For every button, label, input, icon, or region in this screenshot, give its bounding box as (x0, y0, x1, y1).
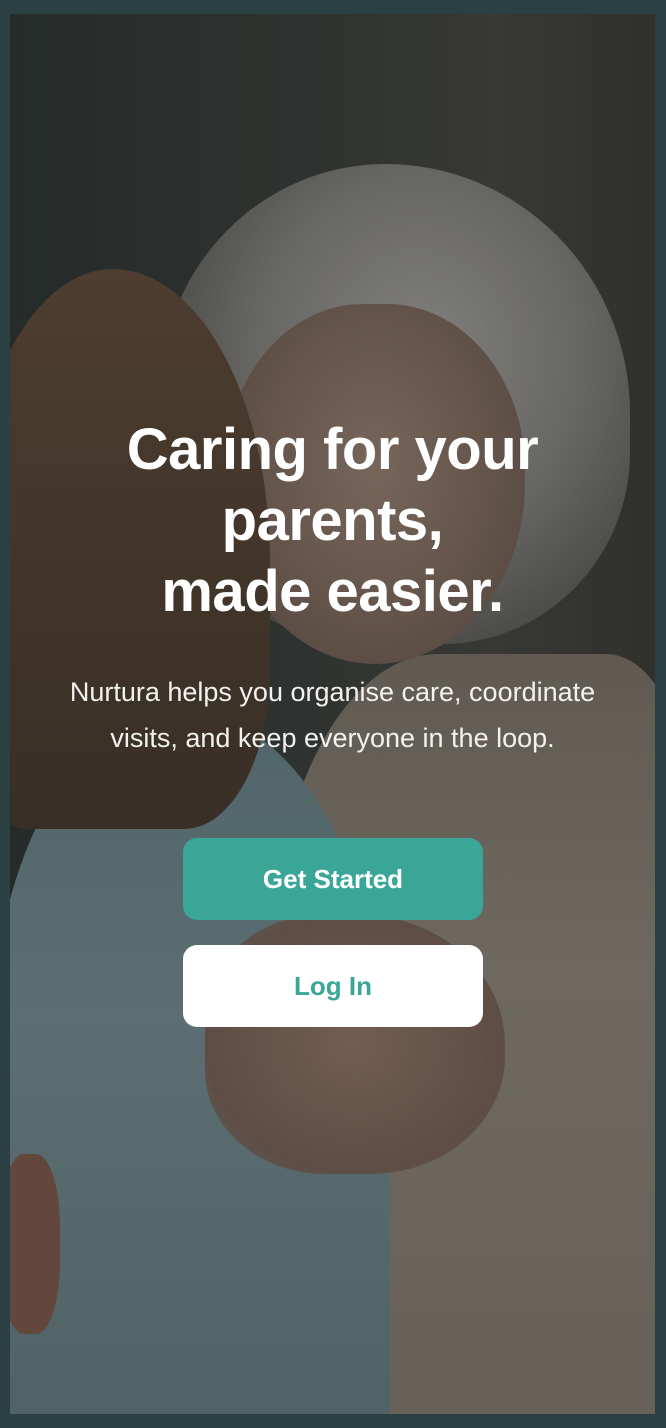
log-in-button[interactable]: Log In (183, 945, 483, 1027)
app-screen: Caring for your parents, made easier. Nu… (10, 14, 655, 1414)
get-started-button[interactable]: Get Started (183, 838, 483, 920)
welcome-content: Caring for your parents, made easier. Nu… (10, 14, 655, 1414)
page-subtitle: Nurtura helps you organise care, coordin… (69, 677, 596, 753)
headline-line-2: parents, (221, 488, 444, 553)
headline-line-1: Caring for your (126, 417, 539, 482)
headline-line-3: made easier. (161, 559, 504, 624)
page-title: Caring for your parents, made easier. (50, 414, 615, 627)
